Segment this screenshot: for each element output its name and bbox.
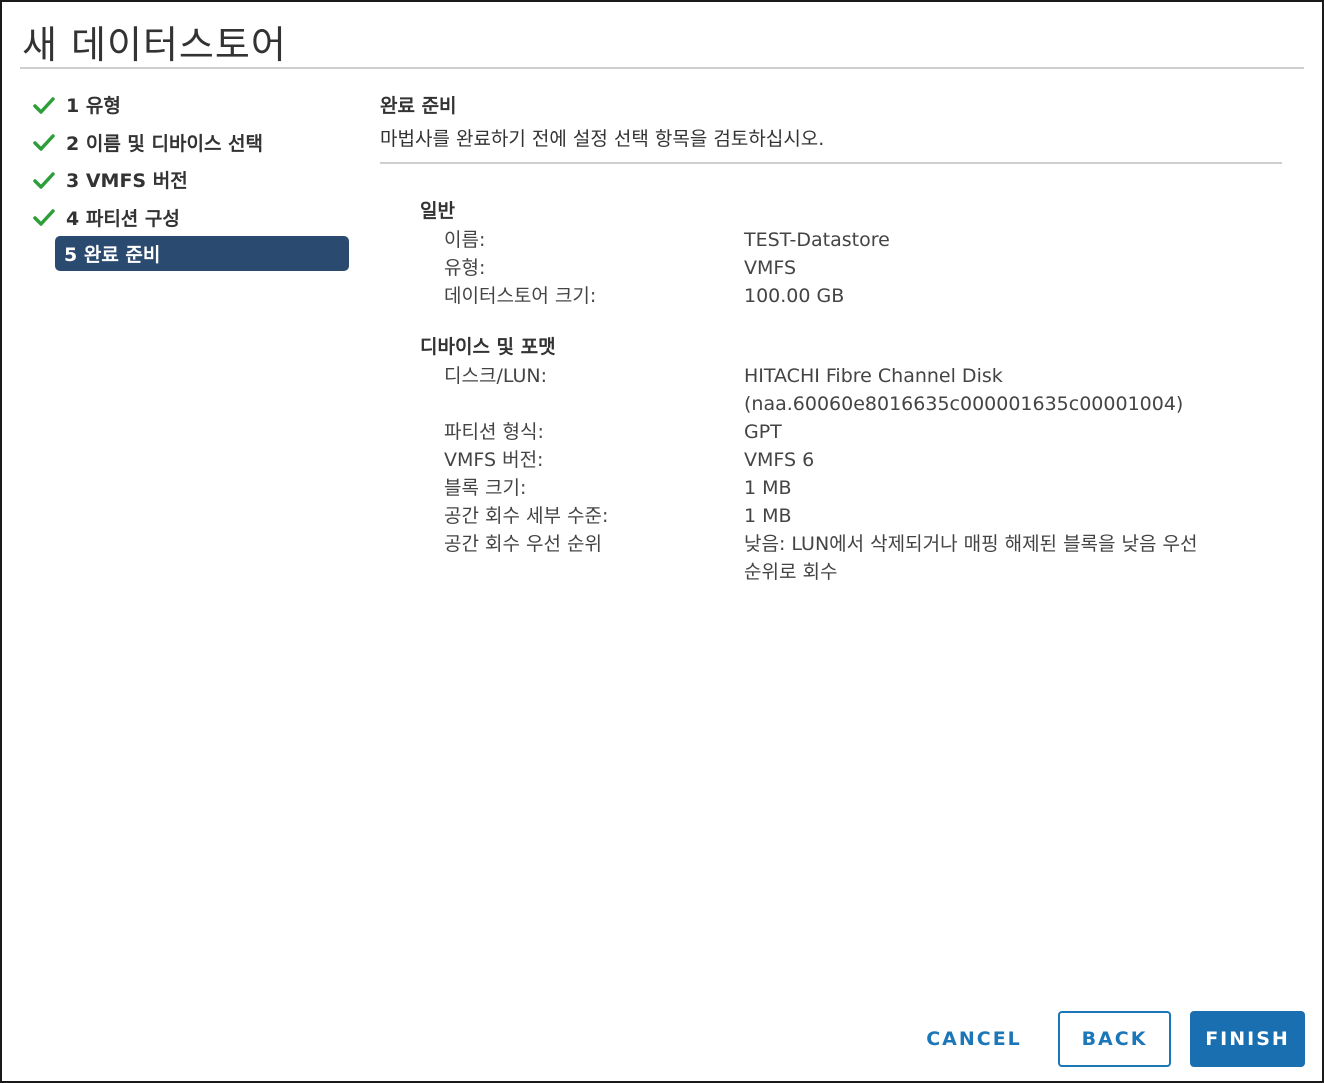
step-ready-to-complete[interactable]: 5 완료 준비 xyxy=(55,236,349,271)
wizard-steps: 1 유형 2 이름 및 디바이스 선택 3 VMFS 버전 4 파티션 구성 5… xyxy=(30,86,352,271)
row-value: 100.00 GB xyxy=(744,285,845,307)
summary-row-name: 이름: TEST-Datastore xyxy=(420,226,1282,254)
summary-row-size: 데이터스토어 크기: 100.00 GB xyxy=(420,282,1282,310)
row-value: 1 MB xyxy=(744,477,792,499)
device-format-group: 디바이스 및 포맷 디스크/LUN: HITACHI Fibre Channel… xyxy=(420,332,1282,586)
general-group: 일반 이름: TEST-Datastore 유형: VMFS 데이터스토어 크기… xyxy=(420,196,1282,310)
device-format-title: 디바이스 및 포맷 xyxy=(420,336,556,358)
row-value: VMFS 6 xyxy=(744,449,815,471)
step-label: 2 이름 및 디바이스 선택 xyxy=(66,132,263,155)
row-label: 이름: xyxy=(444,229,486,251)
back-button[interactable]: BACK xyxy=(1058,1011,1171,1067)
step-partition-config[interactable]: 4 파티션 구성 xyxy=(30,199,352,237)
step-type[interactable]: 1 유형 xyxy=(30,86,352,124)
row-value: 1 MB xyxy=(744,505,792,527)
row-value: GPT xyxy=(744,421,782,443)
step-label: 4 파티션 구성 xyxy=(66,207,180,230)
dialog-title: 새 데이터스토어 xyxy=(22,23,287,67)
step-label: 1 유형 xyxy=(66,95,121,118)
summary-row-partition-format: 파티션 형식: GPT xyxy=(420,418,1282,446)
page-description: 마법사를 완료하기 전에 설정 선택 항목을 검토하십시오. xyxy=(380,128,825,150)
page-title: 완료 준비 xyxy=(380,95,457,117)
title-divider xyxy=(20,67,1304,69)
step-label: 3 VMFS 버전 xyxy=(66,170,188,193)
checkmark-icon xyxy=(33,97,55,114)
finish-button[interactable]: FINISH xyxy=(1190,1011,1305,1067)
row-label: 블록 크기: xyxy=(444,477,527,499)
row-value-line: HITACHI Fibre Channel Disk xyxy=(744,365,1003,387)
main-content: 완료 준비 마법사를 완료하기 전에 설정 선택 항목을 검토하십시오. 일반 … xyxy=(380,90,1282,586)
summary-row-vmfs-version: VMFS 버전: VMFS 6 xyxy=(420,446,1282,474)
step-name-device[interactable]: 2 이름 및 디바이스 선택 xyxy=(30,124,352,162)
summary-row-disk-lun: 디스크/LUN: HITACHI Fibre Channel Disk (naa… xyxy=(420,362,1282,418)
row-value: TEST-Datastore xyxy=(744,229,890,251)
step-vmfs-version[interactable]: 3 VMFS 버전 xyxy=(30,161,352,199)
row-value: HITACHI Fibre Channel Disk (naa.60060e80… xyxy=(744,362,1264,418)
content-divider xyxy=(380,162,1282,164)
row-label: VMFS 버전: xyxy=(444,449,544,471)
row-value-line: 순위로 회수 xyxy=(744,561,838,583)
row-value: 낮음: LUN에서 삭제되거나 매핑 해제된 블록을 낮음 우선 순위로 회수 xyxy=(744,530,1264,586)
row-value-line: 낮음: LUN에서 삭제되거나 매핑 해제된 블록을 낮음 우선 xyxy=(744,533,1198,555)
general-title: 일반 xyxy=(420,200,455,222)
summary-row-type: 유형: VMFS xyxy=(420,254,1282,282)
row-value: VMFS xyxy=(744,257,797,279)
checkmark-icon xyxy=(33,172,55,189)
checkmark-icon xyxy=(33,209,55,226)
step-label: 5 완료 준비 xyxy=(64,244,161,266)
summary-row-block-size: 블록 크기: 1 MB xyxy=(420,474,1282,502)
checkmark-icon xyxy=(33,134,55,151)
row-label: 공간 회수 우선 순위 xyxy=(444,533,602,555)
new-datastore-dialog: 새 데이터스토어 1 유형 2 이름 및 디바이스 선택 3 VMFS 버전 4… xyxy=(0,0,1324,1083)
row-label: 데이터스토어 크기: xyxy=(444,285,597,307)
summary-row-reclamation-granularity: 공간 회수 세부 수준: 1 MB xyxy=(420,502,1282,530)
cancel-button[interactable]: CANCEL xyxy=(910,1011,1038,1067)
row-label: 파티션 형식: xyxy=(444,421,544,443)
row-label: 유형: xyxy=(444,257,486,279)
row-value-line: (naa.60060e8016635c000001635c00001004) xyxy=(744,393,1184,415)
summary-row-reclamation-priority: 공간 회수 우선 순위 낮음: LUN에서 삭제되거나 매핑 해제된 블록을 낮… xyxy=(420,530,1282,586)
row-label: 공간 회수 세부 수준: xyxy=(444,505,609,527)
row-label: 디스크/LUN: xyxy=(444,365,548,387)
